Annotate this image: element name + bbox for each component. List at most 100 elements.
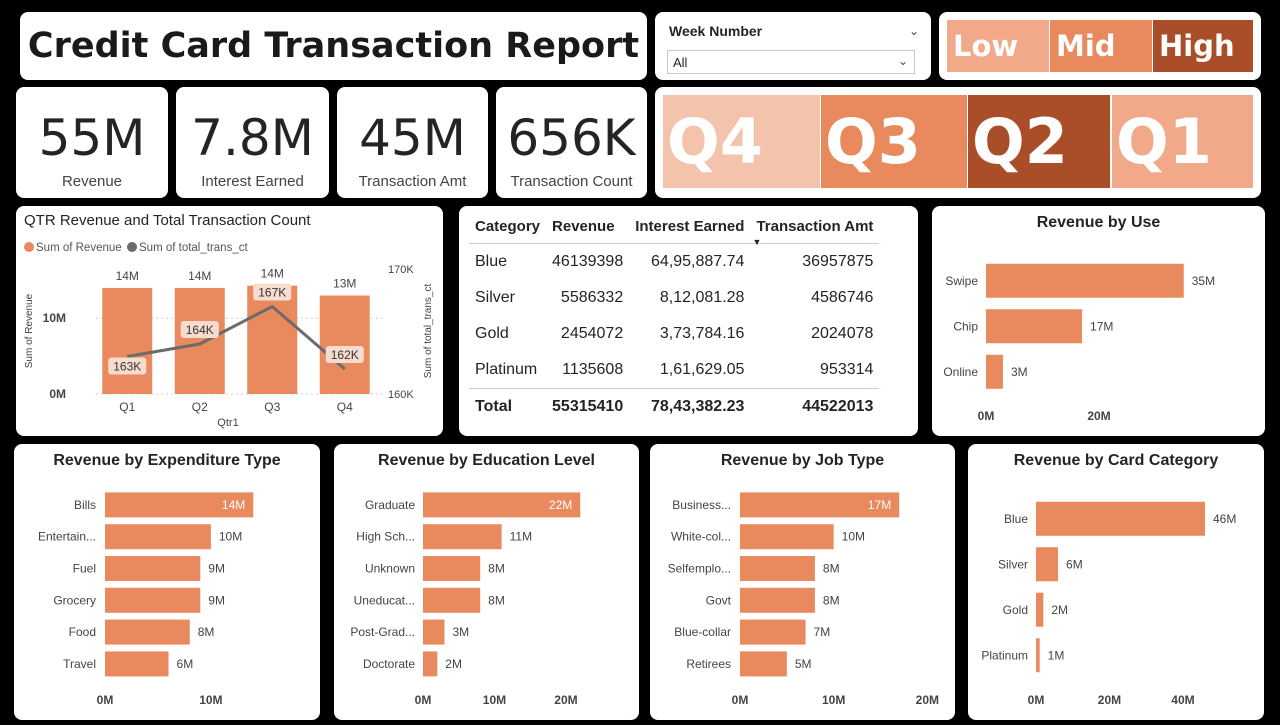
cell: 46139398 — [552, 253, 624, 270]
data-label: 3M — [452, 625, 469, 639]
col-header-category[interactable]: Category — [469, 214, 547, 244]
kpi-label: Interest Earned — [201, 173, 304, 190]
kpi-value: 656K — [507, 109, 636, 167]
kpi-interest-earned: 7.8M Interest Earned — [176, 87, 329, 198]
data-label: 22M — [549, 498, 572, 512]
category-label: White-col... — [671, 530, 731, 544]
bar — [423, 587, 481, 613]
bar-data-label: 14M — [116, 269, 139, 283]
revenue-by-expenditure-card: Revenue by Expenditure Type Bills 14M Ente… — [14, 444, 320, 720]
category-label: Travel — [63, 657, 96, 671]
cell: 1,61,629.05 — [659, 361, 745, 378]
category-label: Business... — [672, 498, 731, 512]
legend-revenue-dot — [24, 242, 34, 252]
x-tick-label: Q1 — [119, 400, 135, 414]
bar — [105, 619, 190, 645]
bar — [986, 263, 1184, 298]
cell: 953314 — [820, 361, 874, 378]
col-header-transaction-amt[interactable]: Transaction Amt ▼ — [750, 214, 880, 247]
cell: 1135608 — [562, 361, 624, 378]
bar — [423, 556, 481, 581]
combo-chart-svg: QTR Revenue and Total Transaction Count S… — [24, 212, 434, 429]
x-tick-label: Q4 — [337, 400, 353, 414]
revenue-by-job-card: Revenue by Job Type Business... 17M White-… — [650, 444, 955, 720]
data-label: 10M — [219, 530, 242, 544]
cell: 5586332 — [560, 289, 624, 306]
bar — [1036, 592, 1044, 627]
page-title: Credit Card Transaction Report — [27, 26, 640, 66]
kpi-label: Transaction Amt — [358, 173, 467, 190]
legend-trans-dot — [127, 242, 137, 252]
y-tick-label: 0M — [49, 387, 66, 401]
bar-data-label: 14M — [188, 269, 211, 283]
y2-tick-label: 170K — [388, 264, 414, 276]
dropdown-value: All — [673, 55, 688, 70]
category-label: Online — [943, 365, 978, 379]
collapse-chevron-icon[interactable]: ⌄ — [909, 24, 919, 38]
category-table-card: Category Revenue Interest Earned Transac… — [459, 206, 918, 436]
kpi-value: 7.8M — [191, 109, 314, 167]
bar — [247, 285, 298, 394]
cell: 2024078 — [811, 325, 874, 342]
data-label: 6M — [177, 657, 194, 671]
bar — [986, 354, 1003, 389]
trans-count-line — [126, 304, 346, 371]
category-label: Selfemplo... — [668, 562, 731, 576]
x-tick-label: 40M — [1171, 693, 1194, 707]
cell: 3,73,784.16 — [659, 325, 745, 342]
bar — [740, 651, 787, 677]
category-label: Uneducat... — [354, 593, 415, 607]
bar — [105, 651, 169, 677]
x-tick-label: 10M — [199, 693, 222, 707]
legend-trans-label: Sum of total_trans_ct — [139, 242, 248, 254]
table-row[interactable]: Platinum 1135608 1,61,629.05 953314 — [469, 352, 879, 389]
x-tick-label: 0M — [415, 693, 432, 707]
quarter-q3[interactable]: Q3 — [821, 95, 967, 188]
level-legend-card: Low Mid High — [939, 12, 1261, 80]
x-tick-label: 10M — [483, 693, 506, 707]
line-data-label: 162K — [331, 348, 359, 362]
revenue-by-education-chart: Graduate 22M High Sch... 11M Unknown 8M Uneduc… — [350, 492, 581, 707]
week-number-dropdown[interactable]: All ⌄ — [667, 50, 915, 74]
table-row[interactable]: Silver 5586332 8,12,081.28 4586746 — [469, 280, 879, 316]
data-label: 8M — [823, 593, 840, 607]
col-header-revenue[interactable]: Revenue — [546, 214, 630, 244]
revenue-by-card-category-card: Revenue by Card Category Blue 46M Silver 6M… — [968, 444, 1264, 720]
quarter-q2[interactable]: Q2 — [968, 95, 1110, 188]
category-table: Category Revenue Interest Earned Transac… — [469, 214, 880, 425]
bar — [102, 287, 153, 394]
level-mid[interactable]: Mid — [1050, 20, 1152, 72]
cell: Platinum — [475, 361, 538, 378]
col-header-interest-earned[interactable]: Interest Earned — [629, 214, 751, 244]
line-data-label: 164K — [186, 323, 214, 337]
kpi-value: 45M — [359, 109, 466, 167]
quarter-q4[interactable]: Q4 — [663, 95, 820, 188]
data-label: 10M — [842, 530, 865, 544]
bar — [1036, 638, 1040, 673]
level-high[interactable]: High — [1153, 20, 1253, 72]
x-tick-label: 0M — [732, 693, 749, 707]
category-label: Silver — [998, 557, 1028, 571]
table-total-row: Total 55315410 78,43,382.23 44522013 — [469, 388, 880, 425]
x-axis-title: Qtr1 — [217, 417, 238, 429]
level-low[interactable]: Low — [947, 20, 1049, 72]
bar — [423, 619, 445, 645]
cell: 55315410 — [546, 388, 630, 425]
data-label: 5M — [795, 657, 812, 671]
category-label: Retirees — [686, 657, 731, 671]
table-row[interactable]: Blue 46139398 64,95,887.74 36957875 — [469, 244, 879, 281]
cell: 64,95,887.74 — [651, 253, 745, 270]
table-row[interactable]: Gold 2454072 3,73,784.16 2024078 — [469, 316, 879, 352]
data-label: 2M — [1051, 603, 1068, 617]
quarter-q1[interactable]: Q1 — [1112, 95, 1253, 188]
cell: 36957875 — [802, 253, 874, 270]
data-label: 11M — [510, 530, 532, 544]
data-label: 7M — [814, 625, 831, 639]
revenue-by-use-card: Revenue by Use Swipe 35M Chip 17M Online 3M 0M… — [932, 206, 1265, 436]
bar — [740, 619, 806, 645]
category-label: Fuel — [73, 562, 96, 576]
category-label: Blue-collar — [674, 625, 731, 639]
category-label: Platinum — [981, 648, 1028, 662]
data-label: 8M — [488, 593, 505, 607]
category-label: Chip — [953, 319, 978, 333]
